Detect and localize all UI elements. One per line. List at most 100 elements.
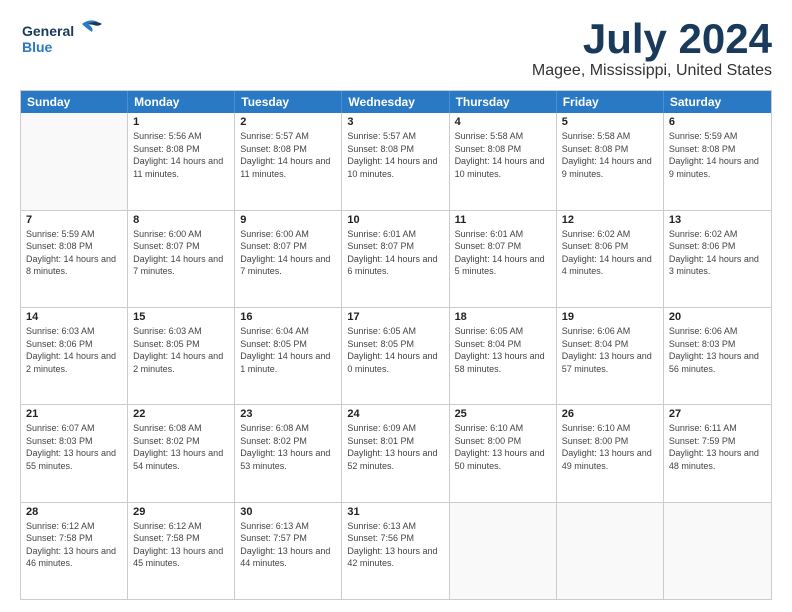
cell-info: Sunrise: 6:08 AMSunset: 8:02 PMDaylight:… <box>240 422 336 472</box>
svg-text:General: General <box>22 23 74 39</box>
calendar-cell: 28 Sunrise: 6:12 AMSunset: 7:58 PMDayligh… <box>21 503 128 599</box>
day-number: 2 <box>240 116 336 128</box>
calendar-cell <box>450 503 557 599</box>
day-number: 3 <box>347 116 443 128</box>
cell-info: Sunrise: 6:13 AMSunset: 7:56 PMDaylight:… <box>347 520 443 570</box>
day-number: 8 <box>133 214 229 226</box>
day-number: 18 <box>455 311 551 323</box>
day-number: 25 <box>455 408 551 420</box>
calendar-cell: 29 Sunrise: 6:12 AMSunset: 7:58 PMDayligh… <box>128 503 235 599</box>
calendar-header: SundayMondayTuesdayWednesdayThursdayFrid… <box>21 91 771 113</box>
cell-info: Sunrise: 6:05 AMSunset: 8:05 PMDaylight:… <box>347 325 443 375</box>
cell-info: Sunrise: 6:11 AMSunset: 7:59 PMDaylight:… <box>669 422 766 472</box>
calendar-cell: 26 Sunrise: 6:10 AMSunset: 8:00 PMDayligh… <box>557 405 664 501</box>
day-number: 23 <box>240 408 336 420</box>
calendar-row: 7Sunrise: 5:59 AMSunset: 8:08 PMDaylight… <box>21 211 771 308</box>
day-of-week-header: Monday <box>128 91 235 113</box>
cell-info: Sunrise: 6:01 AMSunset: 8:07 PMDaylight:… <box>455 228 551 278</box>
svg-text:Blue: Blue <box>22 39 53 55</box>
cell-info: Sunrise: 6:02 AMSunset: 8:06 PMDaylight:… <box>669 228 766 278</box>
day-number: 24 <box>347 408 443 420</box>
logo-icon: General Blue <box>20 16 110 61</box>
day-number: 22 <box>133 408 229 420</box>
calendar-cell: 19 Sunrise: 6:06 AMSunset: 8:04 PMDayligh… <box>557 308 664 404</box>
calendar-cell: 24 Sunrise: 6:09 AMSunset: 8:01 PMDayligh… <box>342 405 449 501</box>
day-number: 29 <box>133 506 229 518</box>
day-number: 6 <box>669 116 766 128</box>
calendar: SundayMondayTuesdayWednesdayThursdayFrid… <box>20 90 772 600</box>
calendar-cell: 6Sunrise: 5:59 AMSunset: 8:08 PMDaylight… <box>664 113 771 209</box>
day-number: 11 <box>455 214 551 226</box>
cell-info: Sunrise: 5:57 AMSunset: 8:08 PMDaylight:… <box>347 130 443 180</box>
calendar-cell: 7Sunrise: 5:59 AMSunset: 8:08 PMDaylight… <box>21 211 128 307</box>
day-number: 27 <box>669 408 766 420</box>
calendar-cell: 22 Sunrise: 6:08 AMSunset: 8:02 PMDayligh… <box>128 405 235 501</box>
calendar-body: 1Sunrise: 5:56 AMSunset: 8:08 PMDaylight… <box>21 113 771 599</box>
day-of-week-header: Sunday <box>21 91 128 113</box>
calendar-cell: 21 Sunrise: 6:07 AMSunset: 8:03 PMDayligh… <box>21 405 128 501</box>
day-number: 20 <box>669 311 766 323</box>
cell-info: Sunrise: 5:58 AMSunset: 8:08 PMDaylight:… <box>562 130 658 180</box>
calendar-cell: 16Sunrise: 6:04 AMSunset: 8:05 PMDayligh… <box>235 308 342 404</box>
cell-info: Sunrise: 6:00 AMSunset: 8:07 PMDaylight:… <box>133 228 229 278</box>
day-of-week-header: Friday <box>557 91 664 113</box>
cell-info: Sunrise: 6:08 AMSunset: 8:02 PMDaylight:… <box>133 422 229 472</box>
calendar-cell: 13 Sunrise: 6:02 AMSunset: 8:06 PMDayligh… <box>664 211 771 307</box>
calendar-cell: 18 Sunrise: 6:05 AMSunset: 8:04 PMDayligh… <box>450 308 557 404</box>
calendar-cell: 5 Sunrise: 5:58 AMSunset: 8:08 PMDaylight… <box>557 113 664 209</box>
day-number: 30 <box>240 506 336 518</box>
day-of-week-header: Thursday <box>450 91 557 113</box>
calendar-cell: 30 Sunrise: 6:13 AMSunset: 7:57 PMDayligh… <box>235 503 342 599</box>
calendar-cell: 4 Sunrise: 5:58 AMSunset: 8:08 PMDaylight… <box>450 113 557 209</box>
cell-info: Sunrise: 6:06 AMSunset: 8:04 PMDaylight:… <box>562 325 658 375</box>
cell-info: Sunrise: 6:03 AMSunset: 8:06 PMDaylight:… <box>26 325 122 375</box>
day-number: 16 <box>240 311 336 323</box>
day-number: 26 <box>562 408 658 420</box>
day-number: 9 <box>240 214 336 226</box>
calendar-cell: 3 Sunrise: 5:57 AMSunset: 8:08 PMDaylight… <box>342 113 449 209</box>
calendar-row: 14Sunrise: 6:03 AMSunset: 8:06 PMDayligh… <box>21 308 771 405</box>
day-of-week-header: Tuesday <box>235 91 342 113</box>
day-number: 17 <box>347 311 443 323</box>
calendar-cell: 17 Sunrise: 6:05 AMSunset: 8:05 PMDayligh… <box>342 308 449 404</box>
calendar-cell: 9Sunrise: 6:00 AMSunset: 8:07 PMDaylight… <box>235 211 342 307</box>
cell-info: Sunrise: 6:12 AMSunset: 7:58 PMDaylight:… <box>133 520 229 570</box>
cell-info: Sunrise: 6:10 AMSunset: 8:00 PMDaylight:… <box>562 422 658 472</box>
calendar-row: 21 Sunrise: 6:07 AMSunset: 8:03 PMDayligh… <box>21 405 771 502</box>
day-number: 13 <box>669 214 766 226</box>
cell-info: Sunrise: 6:06 AMSunset: 8:03 PMDaylight:… <box>669 325 766 375</box>
calendar-cell: 20 Sunrise: 6:06 AMSunset: 8:03 PMDayligh… <box>664 308 771 404</box>
day-number: 1 <box>133 116 229 128</box>
header: General Blue July 2024 Magee, Mississipp… <box>20 16 772 80</box>
cell-info: Sunrise: 6:05 AMSunset: 8:04 PMDaylight:… <box>455 325 551 375</box>
day-number: 7 <box>26 214 122 226</box>
cell-info: Sunrise: 6:13 AMSunset: 7:57 PMDaylight:… <box>240 520 336 570</box>
day-number: 21 <box>26 408 122 420</box>
calendar-cell: 2 Sunrise: 5:57 AMSunset: 8:08 PMDaylight… <box>235 113 342 209</box>
calendar-cell: 31Sunrise: 6:13 AMSunset: 7:56 PMDayligh… <box>342 503 449 599</box>
calendar-cell <box>557 503 664 599</box>
title-area: July 2024 Magee, Mississippi, United Sta… <box>532 16 772 80</box>
calendar-cell: 11 Sunrise: 6:01 AMSunset: 8:07 PMDayligh… <box>450 211 557 307</box>
calendar-cell <box>21 113 128 209</box>
calendar-cell: 10Sunrise: 6:01 AMSunset: 8:07 PMDayligh… <box>342 211 449 307</box>
cell-info: Sunrise: 6:03 AMSunset: 8:05 PMDaylight:… <box>133 325 229 375</box>
cell-info: Sunrise: 6:01 AMSunset: 8:07 PMDaylight:… <box>347 228 443 278</box>
cell-info: Sunrise: 5:57 AMSunset: 8:08 PMDaylight:… <box>240 130 336 180</box>
logo: General Blue <box>20 16 110 61</box>
month-title: July 2024 <box>532 16 772 62</box>
page: General Blue July 2024 Magee, Mississipp… <box>0 0 792 612</box>
day-number: 28 <box>26 506 122 518</box>
calendar-cell: 23 Sunrise: 6:08 AMSunset: 8:02 PMDayligh… <box>235 405 342 501</box>
day-number: 4 <box>455 116 551 128</box>
calendar-cell: 12Sunrise: 6:02 AMSunset: 8:06 PMDayligh… <box>557 211 664 307</box>
cell-info: Sunrise: 6:09 AMSunset: 8:01 PMDaylight:… <box>347 422 443 472</box>
day-number: 5 <box>562 116 658 128</box>
cell-info: Sunrise: 5:58 AMSunset: 8:08 PMDaylight:… <box>455 130 551 180</box>
location: Magee, Mississippi, United States <box>532 62 772 80</box>
cell-info: Sunrise: 6:12 AMSunset: 7:58 PMDaylight:… <box>26 520 122 570</box>
day-number: 12 <box>562 214 658 226</box>
day-number: 19 <box>562 311 658 323</box>
day-of-week-header: Wednesday <box>342 91 449 113</box>
cell-info: Sunrise: 6:07 AMSunset: 8:03 PMDaylight:… <box>26 422 122 472</box>
